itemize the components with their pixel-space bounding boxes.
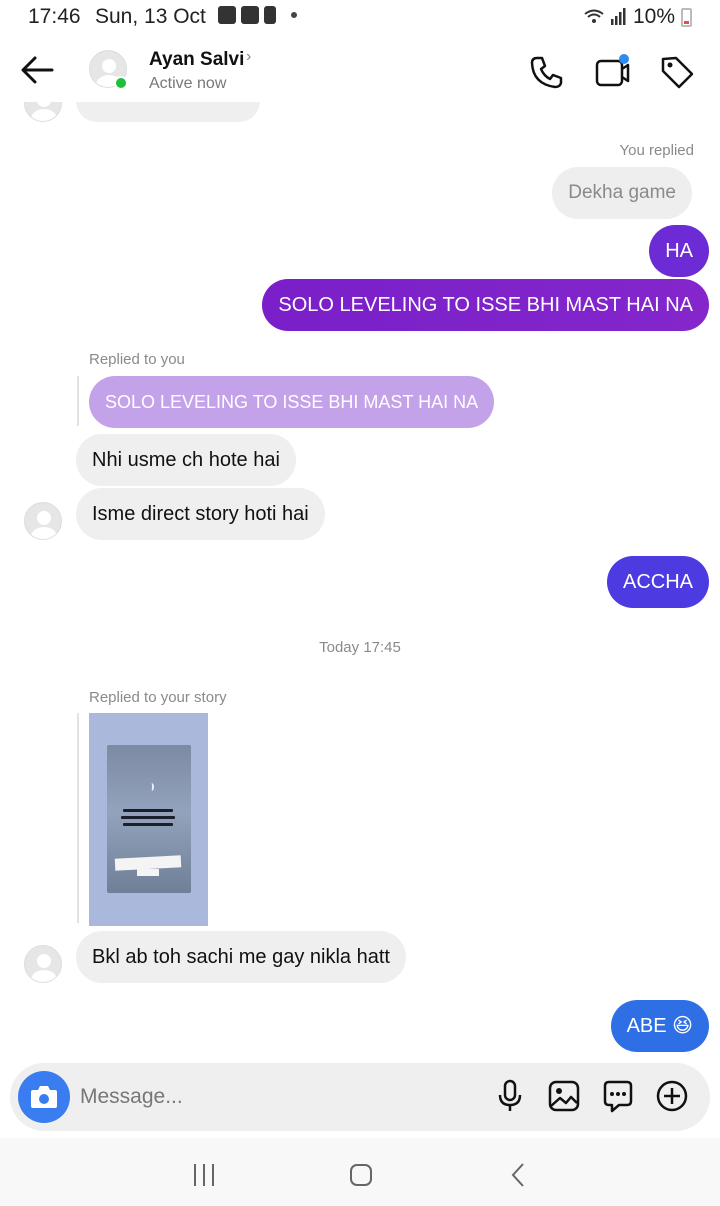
- chevron-right-icon: ›: [246, 48, 252, 65]
- back-arrow-icon: [21, 56, 54, 84]
- story-preview: [107, 745, 191, 893]
- phone-icon: [530, 56, 563, 89]
- call-button[interactable]: [528, 54, 564, 90]
- message-bubble-incoming[interactable]: Nhi usme ch hote hai: [76, 434, 296, 486]
- sender-avatar: [24, 945, 62, 983]
- message-input[interactable]: [80, 1077, 460, 1117]
- online-indicator: [114, 76, 128, 90]
- tag-icon: [661, 56, 694, 89]
- message-timestamp: Today 17:45: [319, 639, 401, 656]
- recent-apps-icon: [194, 1164, 214, 1186]
- message-bubble-outgoing[interactable]: ABE 😆: [610, 1000, 709, 1052]
- sender-avatar: [24, 502, 62, 540]
- status-right: 10%: [583, 5, 692, 29]
- voice-message-button[interactable]: [492, 1078, 528, 1114]
- status-date: Sun, 13 Oct: [95, 5, 206, 28]
- quoted-message[interactable]: Dekha game: [552, 167, 692, 219]
- active-status: Active now: [149, 75, 227, 92]
- sticker-button[interactable]: [600, 1078, 636, 1114]
- home-button[interactable]: [341, 1160, 381, 1190]
- reply-bar: [77, 376, 79, 426]
- message-composer: [10, 1063, 710, 1131]
- battery-icon: [681, 7, 692, 27]
- message-bubble-incoming[interactable]: Isme direct story hoti hai: [76, 488, 325, 540]
- message-bubble-outgoing[interactable]: ACCHA: [606, 556, 709, 608]
- tag-button[interactable]: [659, 54, 695, 90]
- system-navigation-bar: [0, 1138, 720, 1206]
- notification-icons: [218, 6, 297, 24]
- back-icon: [511, 1163, 524, 1187]
- wifi-signal-icon: [584, 8, 626, 25]
- plus-icon: [656, 1080, 688, 1112]
- calendar-notification-icon: [218, 6, 236, 24]
- recent-apps-button[interactable]: [184, 1160, 224, 1190]
- chat-header: Ayan Salvi › Active now: [0, 40, 720, 102]
- more-notifications-icon: [291, 12, 297, 18]
- replied-to-you-label: Replied to you: [89, 351, 185, 368]
- video-camera-icon: [595, 54, 630, 87]
- moon-icon: [149, 783, 154, 791]
- back-button[interactable]: [18, 52, 58, 88]
- image-icon: [548, 1080, 580, 1112]
- you-replied-label: You replied: [619, 142, 694, 159]
- microphone-icon: [498, 1079, 522, 1111]
- message-bubble-outgoing[interactable]: SOLO LEVELING TO ISSE BHI MAST HAI NA: [262, 279, 709, 331]
- video-call-button[interactable]: [594, 54, 630, 90]
- camera-button[interactable]: [18, 1071, 70, 1123]
- reply-bar: [77, 713, 79, 923]
- system-back-button[interactable]: [498, 1160, 538, 1190]
- replied-story-label: Replied to your story: [89, 689, 227, 706]
- story-thumbnail[interactable]: [89, 713, 208, 926]
- status-time: 17:46: [28, 5, 81, 28]
- message-bubble-outgoing[interactable]: HA: [649, 225, 709, 277]
- alert-notification-icon: [264, 6, 276, 24]
- sticker-icon: [603, 1080, 633, 1113]
- more-options-button[interactable]: [654, 1078, 690, 1114]
- gallery-button[interactable]: [546, 1078, 582, 1114]
- status-bar: 17:46 Sun, 13 Oct 10%: [0, 0, 720, 34]
- home-icon: [350, 1164, 372, 1186]
- contact-name[interactable]: Ayan Salvi: [149, 49, 244, 71]
- camera-icon: [31, 1086, 57, 1108]
- quoted-reply[interactable]: SOLO LEVELING TO ISSE BHI MAST HAI NA: [89, 376, 495, 428]
- message-bubble-incoming[interactable]: Bkl ab toh sachi me gay nikla hatt: [76, 931, 406, 983]
- battery-percent: 10%: [632, 5, 675, 28]
- gallery-notification-icon: [241, 6, 259, 24]
